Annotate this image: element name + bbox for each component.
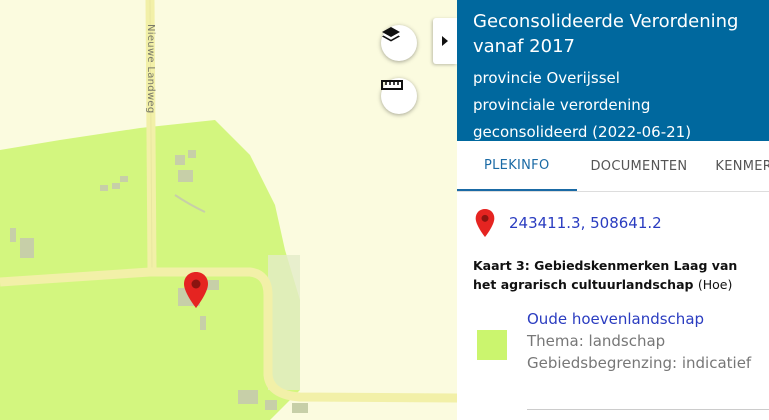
plan-type: provinciale verordening	[473, 96, 651, 114]
grey-area	[268, 255, 300, 390]
panel-tabs: PLEKINFO DOCUMENTEN KENMERKEN	[457, 141, 769, 192]
legend-gebiedsbegrenzing: Gebiedsbegrenzing: indicatief	[527, 354, 752, 372]
legend-item: Oude hoevenlandschap Thema: landschap Ge…	[457, 294, 769, 374]
kaart-title: Kaart 3: Gebiedskenmerken Laag van het a…	[457, 238, 769, 294]
divider	[527, 409, 769, 410]
tab-plekinfo[interactable]: PLEKINFO	[457, 141, 577, 191]
caret-right-icon	[442, 36, 448, 46]
map-view[interactable]: Nieuwe Landweg	[0, 0, 457, 420]
tab-documenten[interactable]: DOCUMENTEN	[577, 141, 702, 191]
panel-header: Geconsolideerde Verordening vanaf 2017 p…	[457, 0, 769, 141]
panel-toggle-button[interactable]	[433, 18, 457, 64]
layers-button[interactable]	[381, 25, 417, 61]
legend-thema: Thema: landschap	[527, 332, 666, 350]
legend-swatch	[477, 330, 507, 360]
ruler-icon	[381, 80, 403, 90]
plan-province: provincie Overijssel	[473, 69, 620, 87]
location-marker-icon[interactable]	[184, 272, 208, 308]
coordinates-row: 243411.3, 508641.2	[457, 192, 769, 238]
info-panel: Geconsolideerde Verordening vanaf 2017 p…	[457, 0, 769, 420]
layers-icon	[382, 27, 400, 42]
road-label: Nieuwe Landweg	[145, 24, 156, 114]
map-canvas	[0, 0, 457, 420]
plan-title: Geconsolideerde Verordening vanaf 2017	[473, 11, 739, 57]
legend-name-link[interactable]: Oude hoevenlandschap	[527, 308, 751, 330]
coordinates-link[interactable]: 243411.3, 508641.2	[509, 214, 662, 232]
location-pin-icon	[475, 209, 495, 237]
tab-kenmerken[interactable]: KENMERKEN	[701, 141, 769, 191]
measure-button[interactable]	[381, 78, 417, 114]
kaart-title-suffix: (Hoe)	[697, 277, 733, 292]
